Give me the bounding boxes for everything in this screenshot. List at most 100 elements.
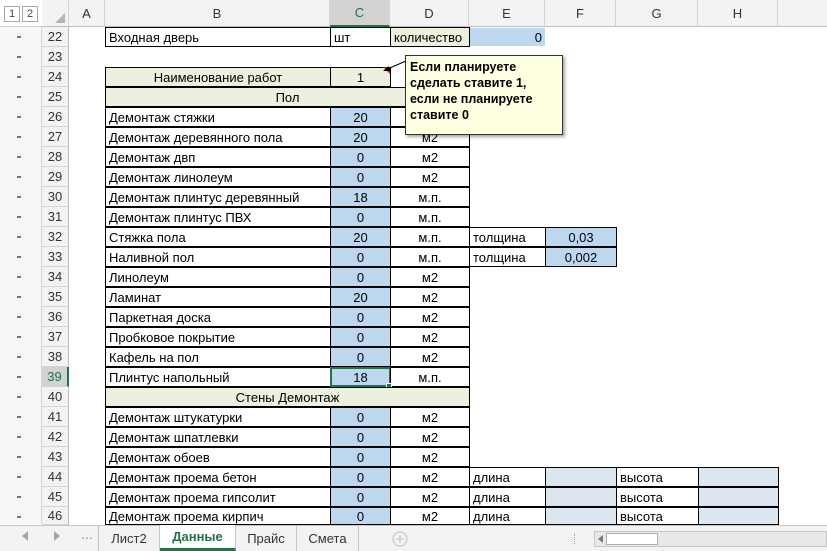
column-header-i[interactable] <box>778 0 827 27</box>
tab-splitter-handle[interactable] <box>574 533 578 544</box>
cell-b27[interactable]: Демонтаж деревянного пола <box>105 127 331 147</box>
cell-b44[interactable]: Демонтаж проема бетон <box>105 467 331 487</box>
row-header[interactable]: 23 <box>42 47 69 67</box>
cell-d28[interactable]: м2 <box>390 147 470 167</box>
cell-d31[interactable]: м.п. <box>390 207 470 227</box>
row-header[interactable]: 38 <box>42 347 69 367</box>
cell-d30[interactable]: м.п. <box>390 187 470 207</box>
cell-f44[interactable] <box>545 467 617 487</box>
row-header[interactable]: 28 <box>42 147 69 167</box>
cell-c38[interactable]: 0 <box>330 347 391 367</box>
outline-level-2-button[interactable]: 2 <box>22 6 38 22</box>
cell-h45[interactable] <box>698 487 779 507</box>
row-header[interactable]: 34 <box>42 267 69 287</box>
cell-g44[interactable]: высота <box>616 467 699 487</box>
cell-c37[interactable]: 0 <box>330 327 391 347</box>
row-header[interactable]: 45 <box>42 487 69 507</box>
cell-c46[interactable]: 0 <box>330 507 391 525</box>
row-header[interactable]: 29 <box>42 167 69 187</box>
cell-e44[interactable]: длина <box>469 467 546 487</box>
cell-d29[interactable]: м2 <box>390 167 470 187</box>
cell-b41[interactable]: Демонтаж штукатурки <box>105 407 331 427</box>
cell-h46[interactable] <box>698 507 779 525</box>
scroll-left-arrow-icon[interactable] <box>598 535 603 543</box>
row-header[interactable]: 44 <box>42 467 69 487</box>
row-header-selected[interactable]: 39 <box>42 367 69 387</box>
cell-d44[interactable]: м2 <box>390 467 470 487</box>
cell-c30[interactable]: 18 <box>330 187 391 207</box>
cell-d39[interactable]: м.п. <box>390 367 470 387</box>
cell-e45[interactable]: длина <box>469 487 546 507</box>
cell-b26[interactable]: Демонтаж стяжки <box>105 107 331 127</box>
cell-f46[interactable] <box>545 507 617 525</box>
cell-b35[interactable]: Ламинат <box>105 287 331 307</box>
row-header[interactable]: 33 <box>42 247 69 267</box>
cell-d35[interactable]: м2 <box>390 287 470 307</box>
cell-c44[interactable]: 0 <box>330 467 391 487</box>
row-header[interactable]: 26 <box>42 107 69 127</box>
cell-f32[interactable]: 0,03 <box>545 227 617 247</box>
cell-b45[interactable]: Демонтаж проема гипсолит <box>105 487 331 507</box>
cell-d34[interactable]: м2 <box>390 267 470 287</box>
triangle-left-icon[interactable] <box>22 531 28 541</box>
row-header[interactable]: 43 <box>42 447 69 467</box>
cell-c28[interactable]: 0 <box>330 147 391 167</box>
horizontal-scrollbar-thumb[interactable] <box>606 533 658 545</box>
cell-d46[interactable]: м2 <box>390 507 470 525</box>
cell-g46[interactable]: высота <box>616 507 699 525</box>
cell-b39[interactable]: Плинтус напольный <box>105 367 331 387</box>
cell-d33[interactable]: м.п. <box>390 247 470 267</box>
cell-g45[interactable]: высота <box>616 487 699 507</box>
column-header-c[interactable]: C <box>330 0 390 27</box>
cell-b33[interactable]: Наливной пол <box>105 247 331 267</box>
column-header-g[interactable]: G <box>616 0 698 27</box>
row-header[interactable]: 40 <box>42 387 69 407</box>
row-header[interactable]: 46 <box>42 507 69 525</box>
column-header-f[interactable]: F <box>545 0 616 27</box>
cell-b43[interactable]: Демонтаж обоев <box>105 447 331 467</box>
row-header[interactable]: 37 <box>42 327 69 347</box>
cell-e22[interactable]: 0 <box>470 28 545 46</box>
sheet-tab-estimate[interactable]: Смета <box>297 525 359 551</box>
cell-b34[interactable]: Линолеум <box>105 267 331 287</box>
sheet-tab-data[interactable]: Данные <box>160 525 236 551</box>
cell-c22[interactable]: шт <box>330 27 391 47</box>
row-header[interactable]: 36 <box>42 307 69 327</box>
cell-d36[interactable]: м2 <box>390 307 470 327</box>
cell-d37[interactable]: м2 <box>390 327 470 347</box>
column-header-d[interactable]: D <box>390 0 469 27</box>
outline-level-1-button[interactable]: 1 <box>4 6 20 22</box>
cell-c26[interactable]: 20 <box>330 107 391 127</box>
cell-c39-selected[interactable]: 18 <box>330 367 391 387</box>
cell-c34[interactable]: 0 <box>330 267 391 287</box>
cell-c42[interactable]: 0 <box>330 427 391 447</box>
cell-d42[interactable]: м2 <box>390 427 470 447</box>
cell-b28[interactable]: Демонтаж двп <box>105 147 331 167</box>
cell-f33[interactable]: 0,002 <box>545 247 617 267</box>
row-header[interactable]: 35 <box>42 287 69 307</box>
cell-b22[interactable]: Входная дверь <box>105 27 331 47</box>
comment-box[interactable]: Если планируете сделать ставите 1, если … <box>405 55 563 135</box>
cell-e32[interactable]: толщина <box>469 227 546 247</box>
cell-d32[interactable]: м.п. <box>390 227 470 247</box>
cell-c41[interactable]: 0 <box>330 407 391 427</box>
row-header[interactable]: 32 <box>42 227 69 247</box>
sheet-tab-price[interactable]: Прайс <box>236 525 297 551</box>
sheet-tab-list2[interactable]: Лист2 <box>98 525 160 551</box>
cell-c29[interactable]: 0 <box>330 167 391 187</box>
row-header[interactable]: 41 <box>42 407 69 427</box>
cell-c33[interactable]: 0 <box>330 247 391 267</box>
cell-c35[interactable]: 20 <box>330 287 391 307</box>
cell-d45[interactable]: м2 <box>390 487 470 507</box>
cell-b38[interactable]: Кафель на пол <box>105 347 331 367</box>
cell-b36[interactable]: Паркетная доска <box>105 307 331 327</box>
cell-d43[interactable]: м2 <box>390 447 470 467</box>
plus-circle-icon[interactable] <box>392 531 408 547</box>
cell-c31[interactable]: 0 <box>330 207 391 227</box>
column-header-e[interactable]: E <box>469 0 545 27</box>
cell-e46[interactable]: длина <box>469 507 546 525</box>
cell-b29[interactable]: Демонтаж линолеум <box>105 167 331 187</box>
cell-f45[interactable] <box>545 487 617 507</box>
cell-c36[interactable]: 0 <box>330 307 391 327</box>
cell-d41[interactable]: м2 <box>390 407 470 427</box>
